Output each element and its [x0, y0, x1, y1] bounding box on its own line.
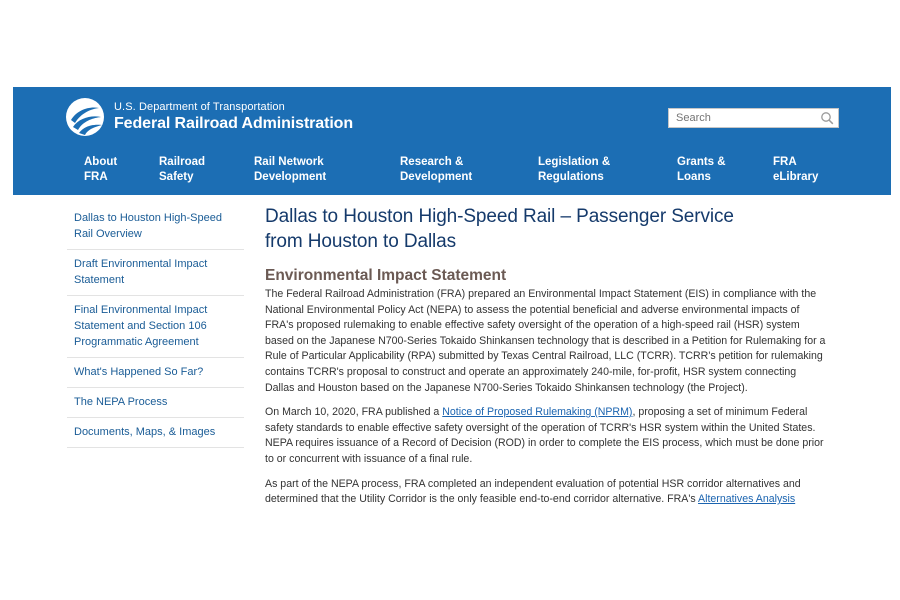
sidebar-item-overview[interactable]: Dallas to Houston High-Speed Rail Overvi…: [67, 204, 244, 250]
search-input[interactable]: [669, 109, 809, 127]
sidebar-item-draft-eis[interactable]: Draft Environmental Impact Statement: [67, 250, 244, 296]
nav-fra-elibrary[interactable]: FRA eLibrary: [773, 155, 863, 185]
sidebar-item-nepa-process[interactable]: The NEPA Process: [67, 388, 244, 418]
paragraph-nprm: On March 10, 2020, FRA published a Notic…: [265, 406, 824, 465]
page: U.S. Department of Transportation Federa…: [0, 0, 900, 600]
site-header: U.S. Department of Transportation Federa…: [13, 87, 891, 195]
search-box: [668, 108, 839, 128]
sidebar-item-documents[interactable]: Documents, Maps, & Images: [67, 418, 244, 448]
fra-logo[interactable]: U.S. Department of Transportation Federa…: [65, 97, 353, 137]
sidebar-item-final-eis[interactable]: Final Environmental Impact Statement and…: [67, 296, 244, 358]
paragraph-alternatives: As part of the NEPA process, FRA complet…: [265, 477, 801, 506]
sidebar-nav: Dallas to Houston High-Speed Rail Overvi…: [67, 204, 244, 448]
logo-agency: Federal Railroad Administration: [114, 115, 354, 132]
alternatives-analysis-link[interactable]: Alternatives Analysis: [698, 493, 795, 505]
nav-legislation-regulations[interactable]: Legislation & Regulations: [538, 155, 658, 185]
nprm-link[interactable]: Notice of Proposed Rulemaking (NPRM): [442, 406, 632, 418]
logo-department: U.S. Department of Transportation: [114, 101, 285, 113]
search-icon[interactable]: [820, 111, 834, 125]
paragraph-eis-intro: The Federal Railroad Administration (FRA…: [265, 288, 826, 394]
nav-rail-network-development[interactable]: Rail Network Development: [254, 155, 374, 185]
main-content: Dallas to Houston High-Speed Rail – Pass…: [265, 204, 840, 508]
main-nav: About FRA Railroad Safety Rail Network D…: [13, 155, 891, 189]
nav-research-development[interactable]: Research & Development: [400, 155, 520, 185]
page-title: Dallas to Houston High-Speed Rail – Pass…: [265, 206, 734, 252]
sidebar-item-whats-happened[interactable]: What's Happened So Far?: [67, 358, 244, 388]
section-heading: Environmental Impact Statement: [265, 267, 507, 284]
dot-logo-icon: [66, 98, 104, 136]
